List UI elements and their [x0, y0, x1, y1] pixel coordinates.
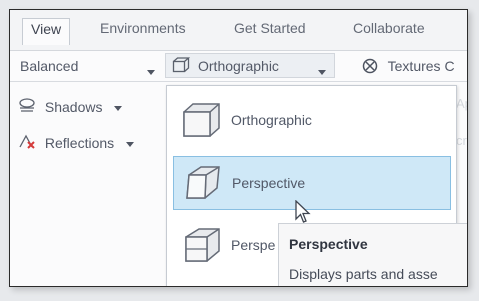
- visual-style-label: Balanced: [20, 58, 79, 74]
- projection-label: Orthographic: [198, 58, 279, 74]
- perspective-cube-icon: [182, 164, 224, 202]
- tab-get-started[interactable]: Get Started: [234, 20, 306, 36]
- textures-button[interactable]: Textures C: [362, 58, 455, 74]
- reflections-button[interactable]: Reflections: [18, 134, 135, 151]
- tab-collaborate[interactable]: Collaborate: [353, 20, 425, 36]
- perspective-tooltip: Perspective Displays parts and asse: [278, 223, 467, 286]
- perspective-ortho-cube-icon: [181, 226, 223, 264]
- reflections-icon: [18, 134, 36, 150]
- projection-cube-icon: [172, 57, 191, 73]
- partial-background-item: Ap: [456, 96, 467, 111]
- menu-item-label: Orthographic: [231, 112, 312, 128]
- application-window: View Environments Get Started Collaborat…: [9, 9, 468, 287]
- ribbon-tab-bar: View Environments Get Started Collaborat…: [10, 10, 467, 51]
- shadows-button[interactable]: Shadows: [18, 98, 123, 115]
- menu-item-orthographic[interactable]: Orthographic: [173, 94, 449, 146]
- shadows-label: Shadows: [44, 99, 103, 115]
- partial-background-item: cr: [456, 133, 467, 148]
- projection-dropdown[interactable]: Orthographic: [165, 53, 335, 78]
- menu-item-perspective[interactable]: Perspective: [173, 156, 451, 210]
- menu-item-label: Perspe: [231, 237, 276, 253]
- reflections-arrow-icon: [126, 141, 135, 147]
- textures-icon: [362, 58, 378, 74]
- shadows-icon: [18, 98, 36, 114]
- orthographic-cube-icon: [181, 101, 223, 139]
- tooltip-title: Perspective: [289, 236, 368, 252]
- mouse-cursor-icon: [295, 199, 311, 224]
- menu-item-label: Perspective: [232, 175, 306, 191]
- projection-arrow-icon: [318, 63, 326, 79]
- visual-style-dropdown[interactable]: Balanced: [20, 58, 78, 74]
- reflections-label: Reflections: [44, 135, 115, 151]
- tooltip-description: Displays parts and asse: [289, 266, 438, 282]
- tab-environments[interactable]: Environments: [100, 20, 186, 36]
- textures-label: Textures C: [387, 58, 455, 74]
- shadows-arrow-icon: [114, 105, 123, 111]
- ribbon-toolbar: Balanced Orthographic Textures C: [10, 51, 467, 82]
- visual-style-arrow-icon[interactable]: [147, 63, 155, 79]
- tab-view[interactable]: View: [22, 18, 71, 45]
